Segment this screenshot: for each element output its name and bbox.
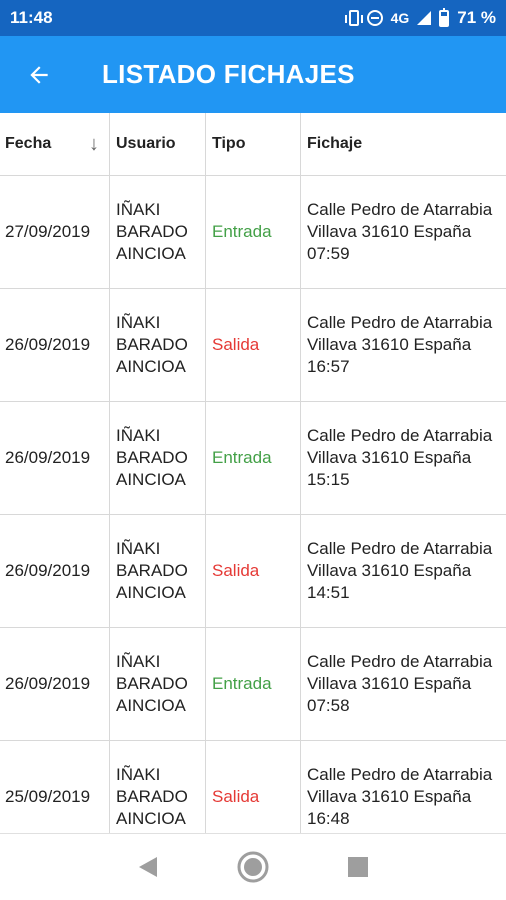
header-fichaje[interactable]: Fichaje xyxy=(301,113,506,175)
header-tipo[interactable]: Tipo xyxy=(206,113,301,175)
signal-icon xyxy=(417,11,432,25)
header-tipo-label: Tipo xyxy=(212,135,246,152)
battery-percent: 71 % xyxy=(457,8,496,27)
cell-usuario: IÑAKI BARADO AINCIOA xyxy=(110,741,206,833)
triangle-back-icon xyxy=(138,857,157,877)
cell-fecha: 26/09/2019 xyxy=(0,402,110,514)
fichajes-table: Fecha ↓ Usuario Tipo Fichaje 27/09/2019 … xyxy=(0,113,506,833)
network-type: 4G xyxy=(390,10,410,26)
cell-usuario: IÑAKI BARADO AINCIOA xyxy=(110,289,206,401)
cell-usuario: IÑAKI BARADO AINCIOA xyxy=(110,515,206,627)
table-row[interactable]: 25/09/2019 IÑAKI BARADO AINCIOA Salida C… xyxy=(0,741,506,833)
cell-fecha: 27/09/2019 xyxy=(0,176,110,288)
status-bar: 11:48 4G 71 % xyxy=(0,0,506,36)
table-row[interactable]: 26/09/2019 IÑAKI BARADO AINCIOA Salida C… xyxy=(0,515,506,628)
nav-home-button[interactable] xyxy=(233,847,273,887)
cell-fichaje: Calle Pedro de Atarrabia Villava 31610 E… xyxy=(307,200,493,263)
back-button[interactable] xyxy=(0,36,78,113)
system-nav-bar xyxy=(0,833,506,900)
cell-fichaje: Calle Pedro de Atarrabia Villava 31610 E… xyxy=(307,539,493,602)
cell-usuario: IÑAKI BARADO AINCIOA xyxy=(110,176,206,288)
cell-usuario: IÑAKI BARADO AINCIOA xyxy=(110,402,206,514)
cell-tipo: Salida xyxy=(206,289,301,401)
header-fecha[interactable]: Fecha ↓ xyxy=(0,113,110,175)
header-usuario-label: Usuario xyxy=(116,135,176,152)
cell-fichaje: Calle Pedro de Atarrabia Villava 31610 E… xyxy=(307,313,493,376)
app-bar: LISTADO FICHAJES xyxy=(0,36,506,113)
cell-fichaje: Calle Pedro de Atarrabia Villava 31610 E… xyxy=(307,765,493,828)
cell-fichaje: Calle Pedro de Atarrabia Villava 31610 E… xyxy=(307,426,493,489)
header-fecha-label: Fecha xyxy=(5,135,52,152)
circle-home-icon xyxy=(237,851,269,883)
arrow-back-icon xyxy=(30,65,48,84)
cell-fecha: 26/09/2019 xyxy=(0,628,110,740)
cell-tipo: Entrada xyxy=(206,628,301,740)
cell-fecha: 26/09/2019 xyxy=(0,515,110,627)
do-not-disturb-icon xyxy=(366,10,383,26)
table-header: Fecha ↓ Usuario Tipo Fichaje xyxy=(0,113,506,176)
table-row[interactable]: 27/09/2019 IÑAKI BARADO AINCIOA Entrada … xyxy=(0,176,506,289)
cell-fecha: 25/09/2019 xyxy=(0,741,110,833)
cell-fichaje: Calle Pedro de Atarrabia Villava 31610 E… xyxy=(307,652,493,715)
header-usuario[interactable]: Usuario xyxy=(110,113,206,175)
table-row[interactable]: 26/09/2019 IÑAKI BARADO AINCIOA Entrada … xyxy=(0,402,506,515)
page-title: LISTADO FICHAJES xyxy=(102,59,355,89)
status-icons: 4G 71 % xyxy=(344,7,496,28)
vibrate-icon xyxy=(344,10,363,26)
cell-tipo: Entrada xyxy=(206,402,301,514)
table-row[interactable]: 26/09/2019 IÑAKI BARADO AINCIOA Salida C… xyxy=(0,289,506,402)
battery-icon xyxy=(439,7,450,27)
table-row[interactable]: 26/09/2019 IÑAKI BARADO AINCIOA Entrada … xyxy=(0,628,506,741)
nav-recents-button[interactable] xyxy=(338,847,378,887)
nav-back-button[interactable] xyxy=(128,847,168,887)
arrow-down-icon[interactable]: ↓ xyxy=(89,133,99,155)
cell-tipo: Salida xyxy=(206,515,301,627)
cell-fecha: 26/09/2019 xyxy=(0,289,110,401)
cell-usuario: IÑAKI BARADO AINCIOA xyxy=(110,628,206,740)
cell-tipo: Salida xyxy=(206,741,301,833)
header-fichaje-label: Fichaje xyxy=(307,135,363,152)
square-recents-icon xyxy=(348,857,369,877)
status-time: 11:48 xyxy=(10,8,53,27)
cell-tipo: Entrada xyxy=(206,176,301,288)
